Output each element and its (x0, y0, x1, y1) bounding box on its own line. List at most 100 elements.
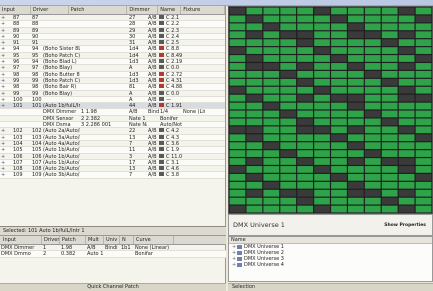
row-expander[interactable]: + (0, 59, 12, 64)
dmx-channel-cell[interactable] (297, 173, 313, 181)
dmx-channel-cell[interactable] (398, 78, 415, 86)
dmx-channel-cell[interactable] (263, 7, 280, 15)
dmx-channel-cell[interactable] (331, 7, 347, 15)
dmx-channel-cell[interactable] (398, 7, 415, 15)
dmx-channel-cell[interactable] (246, 55, 263, 62)
dmx-channel-cell[interactable] (415, 86, 432, 94)
dmx-channel-cell[interactable] (229, 205, 246, 213)
dmx-channel-cell[interactable] (415, 7, 432, 15)
dmx-channel-cell[interactable] (331, 189, 347, 197)
dmx-channel-cell[interactable] (381, 142, 398, 150)
dmx-channel-cell[interactable] (364, 158, 381, 165)
dmx-channel-cell[interactable] (280, 31, 297, 39)
dmx-channel-cell[interactable] (246, 70, 263, 78)
dmx-channel-cell[interactable] (348, 70, 364, 78)
dmx-channel-cell[interactable] (331, 86, 347, 94)
dmx-channel-cell[interactable] (280, 181, 297, 189)
dmx-channel-cell[interactable] (398, 126, 415, 134)
dmx-channel-cell[interactable] (415, 55, 432, 62)
dmx-channel-cell[interactable] (297, 78, 313, 86)
header-name[interactable]: Name (158, 6, 182, 14)
dmx-channel-cell[interactable] (263, 197, 280, 205)
dmx-channel-cell[interactable] (280, 110, 297, 118)
dmx-channel-cell[interactable] (415, 23, 432, 31)
dmx-channel-cell[interactable] (229, 142, 246, 150)
dmx-channel-cell[interactable] (415, 15, 432, 23)
dmx-channel-cell[interactable] (263, 142, 280, 150)
dmx-channel-cell[interactable] (398, 118, 415, 126)
dmx-channel-cell[interactable] (381, 55, 398, 62)
dmx-channel-cell[interactable] (331, 205, 347, 213)
dmx-channel-cell[interactable] (381, 197, 398, 205)
dmx-channel-cell[interactable] (229, 31, 246, 39)
dmx-channel-cell[interactable] (229, 63, 246, 70)
dmx-channel-cell[interactable] (364, 70, 381, 78)
dmx-channel-cell[interactable] (364, 47, 381, 54)
dmx-channel-cell[interactable] (331, 126, 347, 134)
dmx-channel-cell[interactable] (229, 158, 246, 165)
dmx-channel-cell[interactable] (398, 142, 415, 150)
dmx-channel-cell[interactable] (229, 86, 246, 94)
dmx-channel-cell[interactable] (348, 134, 364, 142)
dmx-channel-cell[interactable] (364, 110, 381, 118)
dmx-channel-cell[interactable] (314, 173, 330, 181)
dmx-channel-cell[interactable] (246, 7, 263, 15)
dmx-channel-cell[interactable] (280, 94, 297, 102)
dmx-channel-cell[interactable] (331, 150, 347, 157)
dmx-channel-cell[interactable] (297, 15, 313, 23)
dmx-channel-cell[interactable] (314, 189, 330, 197)
dmx-channel-cell[interactable] (331, 78, 347, 86)
dmx-channel-cell[interactable] (398, 86, 415, 94)
row-expander[interactable]: + (0, 97, 12, 102)
row-expander[interactable]: + (0, 91, 12, 96)
dmx-channel-cell[interactable] (381, 39, 398, 47)
dmx-channel-cell[interactable] (297, 197, 313, 205)
dmx-channel-cell[interactable] (364, 86, 381, 94)
dmx-channel-cell[interactable] (280, 126, 297, 134)
dmx-channel-cell[interactable] (364, 94, 381, 102)
dmx-channel-cell[interactable] (297, 205, 313, 213)
dmx-channel-cell[interactable] (415, 102, 432, 110)
row-expander[interactable]: + (0, 34, 12, 39)
dmx-channel-cell[interactable] (381, 70, 398, 78)
dmx-channel-cell[interactable] (381, 134, 398, 142)
dmx-channel-cell[interactable] (398, 110, 415, 118)
dmx-channel-cell[interactable] (381, 86, 398, 94)
dmx-channel-cell[interactable] (415, 47, 432, 54)
dmx-channel-cell[interactable] (314, 197, 330, 205)
dmx-channel-cell[interactable] (348, 173, 364, 181)
dmx-channel-cell[interactable] (297, 126, 313, 134)
dmx-channel-cell[interactable] (331, 134, 347, 142)
dmx-channel-cell[interactable] (415, 205, 432, 213)
dmx-channel-cell[interactable] (246, 86, 263, 94)
dmx-channel-cell[interactable] (348, 15, 364, 23)
header-driver[interactable]: Driver (31, 6, 69, 14)
dmx-channel-cell[interactable] (314, 78, 330, 86)
dmx-channel-cell[interactable] (314, 94, 330, 102)
dmx-channel-cell[interactable] (297, 31, 313, 39)
dmx-channel-cell[interactable] (229, 126, 246, 134)
dmx-channel-cell[interactable] (263, 31, 280, 39)
row-expander[interactable]: + (0, 166, 12, 171)
dmx-channel-cell[interactable] (229, 102, 246, 110)
dmx-channel-cell[interactable] (280, 118, 297, 126)
dmx-channel-cell[interactable] (314, 70, 330, 78)
row-expander[interactable]: + (0, 147, 12, 152)
header-input[interactable]: Input (0, 6, 31, 14)
dmx-channel-cell[interactable] (263, 189, 280, 197)
row-expander[interactable] (0, 122, 12, 127)
dmx-channel-cell[interactable] (314, 118, 330, 126)
dmx-channel-cell[interactable] (331, 23, 347, 31)
row-expander[interactable]: + (0, 141, 12, 146)
dmx-channel-cell[interactable] (263, 166, 280, 173)
row-expander[interactable]: + (0, 160, 12, 165)
row-expander[interactable]: + (0, 135, 12, 140)
dmx-channel-cell[interactable] (314, 134, 330, 142)
dmx-channel-cell[interactable] (297, 70, 313, 78)
out-header-mult[interactable]: Mult (86, 236, 104, 244)
dmx-channel-cell[interactable] (415, 166, 432, 173)
dmx-channel-cell[interactable] (364, 78, 381, 86)
dmx-channel-cell[interactable] (381, 158, 398, 165)
row-expander[interactable] (0, 109, 12, 114)
dmx-channel-cell[interactable] (364, 166, 381, 173)
